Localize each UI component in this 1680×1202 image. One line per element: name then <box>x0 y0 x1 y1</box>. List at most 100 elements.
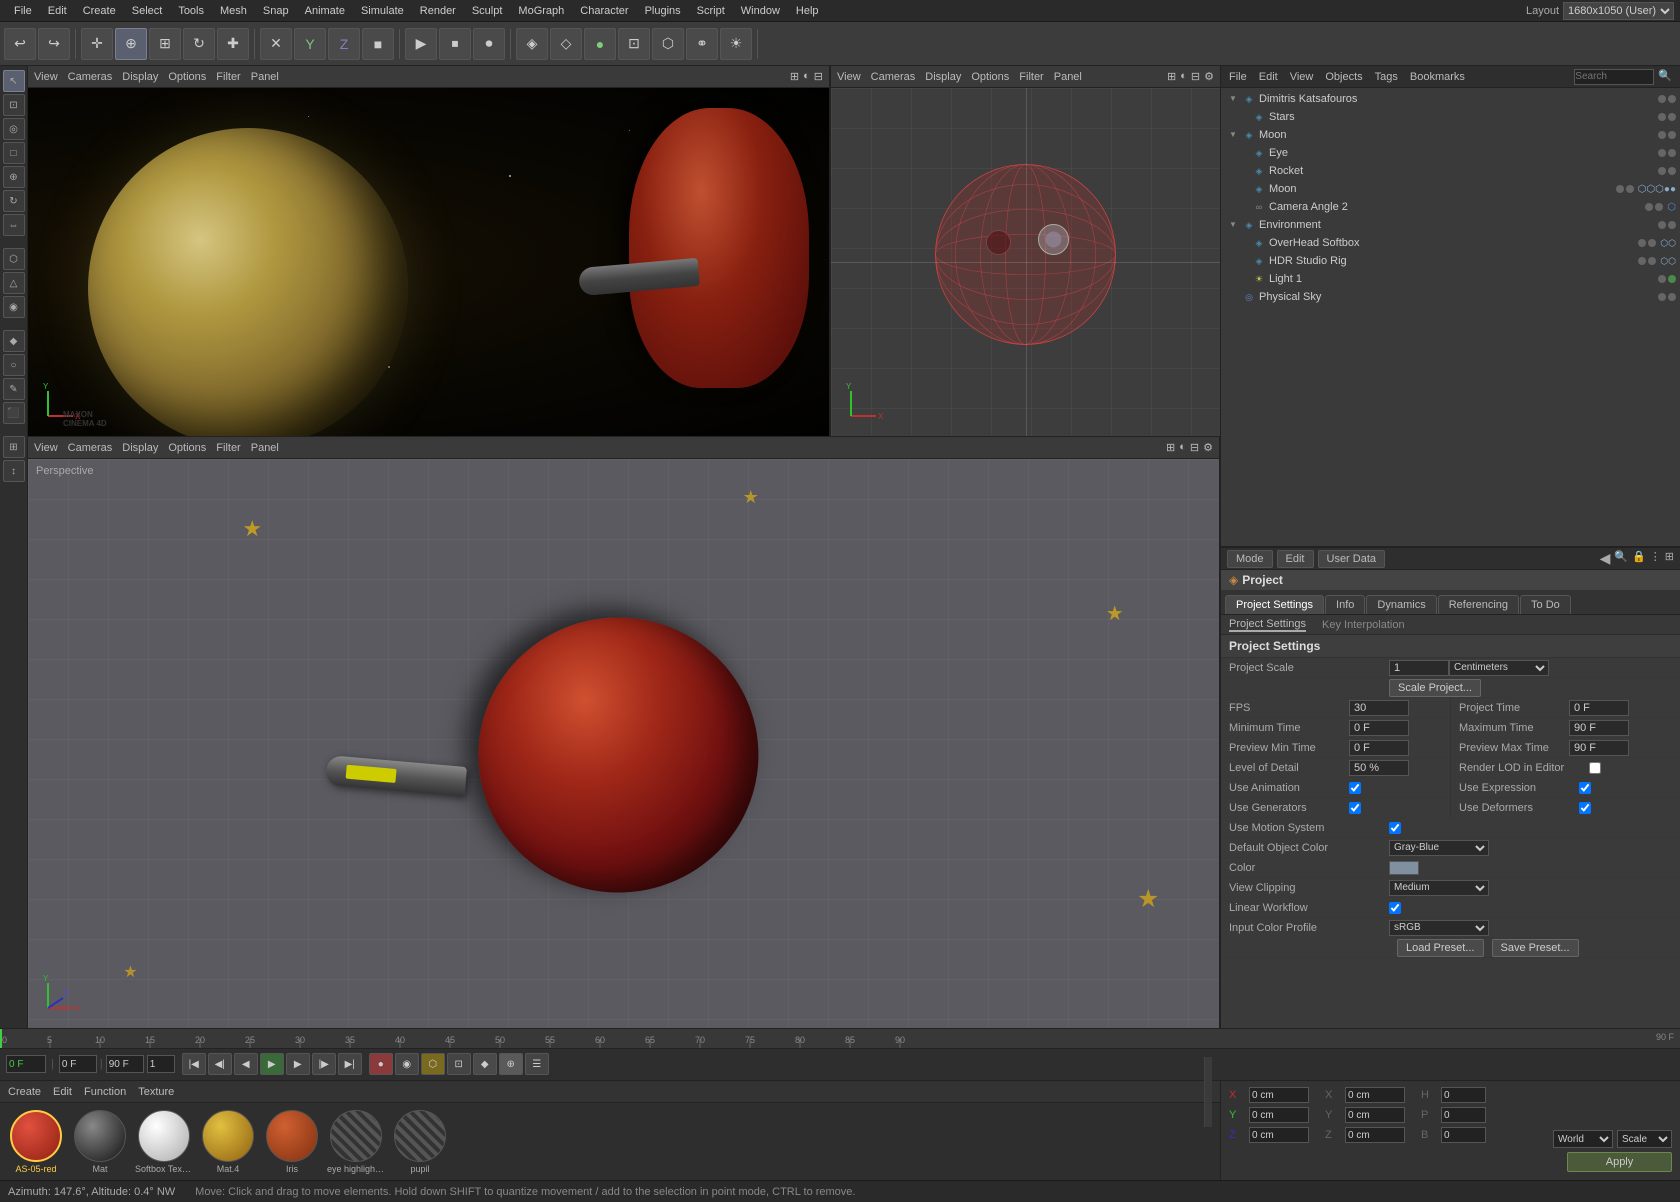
expand-stars[interactable] <box>1239 112 1249 122</box>
h-input[interactable] <box>1441 1087 1486 1103</box>
max-time-input[interactable] <box>1569 720 1629 736</box>
y-btn[interactable]: Y <box>294 28 326 60</box>
project-scale-input[interactable] <box>1389 660 1449 676</box>
om-search[interactable] <box>1574 69 1654 85</box>
panel-menu-main[interactable]: Panel <box>251 71 279 83</box>
render-lod-check[interactable] <box>1589 762 1601 774</box>
obj-sky[interactable]: ◎ Physical Sky <box>1221 288 1680 306</box>
menu-mesh[interactable]: Mesh <box>212 0 255 22</box>
view-clipping-select[interactable]: Medium <box>1389 880 1489 896</box>
use-motion-check[interactable] <box>1389 822 1401 834</box>
z-input[interactable] <box>1249 1127 1309 1143</box>
no-tool-btn[interactable]: ✕ <box>260 28 292 60</box>
filter-menu-front[interactable]: Filter <box>1019 71 1043 83</box>
view-scene-btn[interactable]: ◇ <box>550 28 582 60</box>
select-btn[interactable]: ✛ <box>81 28 113 60</box>
save-preset-btn[interactable]: Save Preset... <box>1492 939 1579 957</box>
tool-rect[interactable]: □ <box>3 142 25 164</box>
expand-camera[interactable] <box>1239 202 1249 212</box>
obj-rocket[interactable]: ◈ Rocket <box>1221 162 1680 180</box>
record-pos-btn[interactable]: ● <box>369 1053 393 1075</box>
om-view[interactable]: View <box>1290 71 1314 83</box>
prev-key-btn[interactable]: ◀| <box>208 1053 232 1075</box>
sub-tab-project-settings[interactable]: Project Settings <box>1229 618 1306 632</box>
menu-help[interactable]: Help <box>788 0 827 22</box>
expand-rocket[interactable] <box>1239 166 1249 176</box>
om-edit[interactable]: Edit <box>1259 71 1278 83</box>
world-select[interactable]: World <box>1553 1130 1613 1148</box>
display-menu-front[interactable]: Display <box>925 71 961 83</box>
menu-snap[interactable]: Snap <box>255 0 297 22</box>
obj-moon-sub[interactable]: ◈ Moon ⬡⬡⬡●● <box>1221 180 1680 198</box>
menu-window[interactable]: Window <box>733 0 788 22</box>
render-icon-front[interactable]: ⊟ <box>1191 70 1200 83</box>
edit-btn[interactable]: Edit <box>1277 550 1314 568</box>
linear-wf-check[interactable] <box>1389 902 1401 914</box>
cameras-menu-front[interactable]: Cameras <box>871 71 916 83</box>
filter-menu-persp[interactable]: Filter <box>216 442 240 454</box>
render-icon-main[interactable]: ⊟ <box>814 70 823 83</box>
timeline-ruler[interactable]: 0 5 10 15 20 25 30 35 40 45 50 55 60 <box>0 1029 1680 1049</box>
time-btn[interactable]: ⊡ <box>447 1053 471 1075</box>
sub-tab-key-interp[interactable]: Key Interpolation <box>1322 619 1405 631</box>
obj-softbox[interactable]: ◈ OverHead Softbox ⬡⬡ <box>1221 234 1680 252</box>
expand-softbox[interactable] <box>1239 238 1249 248</box>
last-frame-btn[interactable]: ▶| <box>338 1053 362 1075</box>
display-menu-persp[interactable]: Display <box>122 442 158 454</box>
menu-edit[interactable]: Edit <box>40 0 75 22</box>
tool-edge[interactable]: △ <box>3 272 25 294</box>
mode-btn[interactable]: Mode <box>1227 550 1273 568</box>
project-scale-unit[interactable]: Centimeters <box>1449 660 1549 676</box>
menu-simulate[interactable]: Simulate <box>353 0 412 22</box>
use-expr-check[interactable] <box>1579 782 1591 794</box>
om-bookmarks[interactable]: Bookmarks <box>1410 71 1465 83</box>
mat-function[interactable]: Function <box>84 1086 126 1098</box>
obj-env[interactable]: ▼ ◈ Environment <box>1221 216 1680 234</box>
material-btn[interactable]: ■ <box>362 28 394 60</box>
stereo-btn[interactable]: ⚭ <box>686 28 718 60</box>
mat-edit[interactable]: Edit <box>53 1086 72 1098</box>
expand-moon-sub[interactable] <box>1239 184 1249 194</box>
menu-file[interactable]: File <box>6 0 40 22</box>
lock-icon-persp[interactable]: ◐ <box>1179 441 1186 454</box>
stop-btn[interactable]: ⏹ <box>439 28 471 60</box>
user-data-btn[interactable]: User Data <box>1318 550 1386 568</box>
panel-menu-persp[interactable]: Panel <box>251 442 279 454</box>
view-model-btn[interactable]: ◈ <box>516 28 548 60</box>
menu-character[interactable]: Character <box>572 0 636 22</box>
layout-select[interactable]: 1680x1050 (User) <box>1563 2 1674 20</box>
preview-max-input[interactable] <box>1569 740 1629 756</box>
min-time-input[interactable] <box>1349 720 1409 736</box>
move-btn[interactable]: ⊕ <box>115 28 147 60</box>
render-icon-persp[interactable]: ⊟ <box>1190 441 1199 454</box>
obj-moon[interactable]: ▼ ◈ Moon <box>1221 126 1680 144</box>
load-preset-btn[interactable]: Load Preset... <box>1397 939 1484 957</box>
expand-icon-front[interactable]: ⊞ <box>1167 70 1176 83</box>
project-time-input[interactable] <box>1569 700 1629 716</box>
redo-btn[interactable]: ↪ <box>38 28 70 60</box>
expand-light[interactable] <box>1239 274 1249 284</box>
z-btn[interactable]: Z <box>328 28 360 60</box>
om-tags[interactable]: Tags <box>1375 71 1398 83</box>
mat-texture[interactable]: Texture <box>138 1086 174 1098</box>
lock-icon-front[interactable]: ◐ <box>1180 70 1187 83</box>
menu-animate[interactable]: Animate <box>297 0 353 22</box>
panel-menu-front[interactable]: Panel <box>1054 71 1082 83</box>
tab-project-settings[interactable]: Project Settings <box>1225 595 1324 614</box>
menu-sculpt[interactable]: Sculpt <box>464 0 511 22</box>
menu-mograph[interactable]: MoGraph <box>510 0 572 22</box>
use-def-check[interactable] <box>1579 802 1591 814</box>
tool-measure[interactable]: ↕ <box>3 460 25 482</box>
expand-hdr[interactable] <box>1239 256 1249 266</box>
props-more-icon[interactable]: ⋮ <box>1650 550 1661 567</box>
mat-item-orange[interactable]: Iris <box>262 1110 322 1174</box>
scale-btn[interactable]: ⊞ <box>149 28 181 60</box>
default-color-select[interactable]: Gray-Blue <box>1389 840 1489 856</box>
play-btn-tl[interactable]: ▶ <box>260 1053 284 1075</box>
color-swatch[interactable] <box>1389 861 1419 875</box>
p-input[interactable] <box>1441 1107 1486 1123</box>
anim-btn[interactable]: ⊕ <box>499 1053 523 1075</box>
om-file[interactable]: File <box>1229 71 1247 83</box>
scale-project-btn[interactable]: Scale Project... <box>1389 679 1481 697</box>
record-btn[interactable]: ⏺ <box>473 28 505 60</box>
